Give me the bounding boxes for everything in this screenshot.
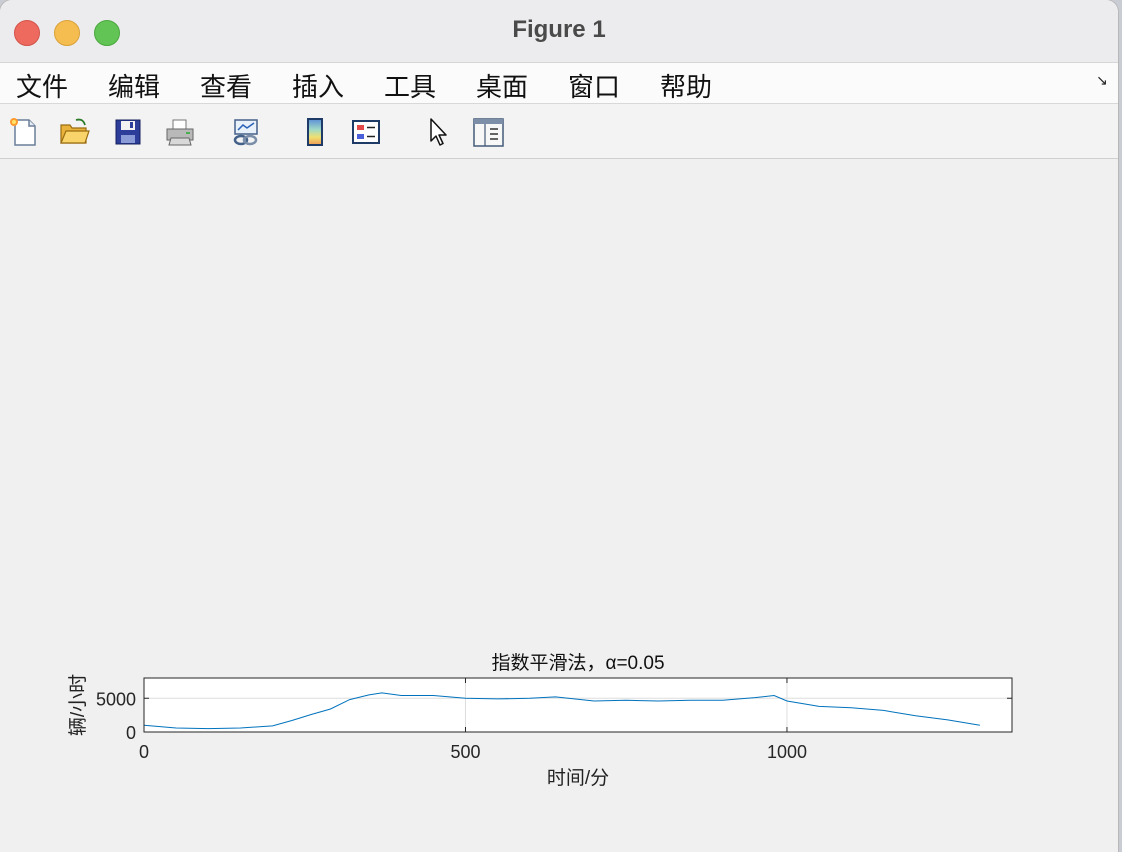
y-tick-label: 0 bbox=[126, 723, 136, 743]
menu-view[interactable]: 查看 bbox=[200, 67, 252, 104]
y-axis-label: 辆/小时 bbox=[67, 674, 89, 736]
dock-arrow-icon[interactable]: ↘ bbox=[1096, 73, 1110, 89]
window-title: Figure 1 bbox=[512, 16, 606, 43]
x-axis-label: 时间/分 bbox=[547, 767, 609, 789]
toolbar bbox=[0, 104, 1118, 159]
menu-tools[interactable]: 工具 bbox=[384, 67, 436, 104]
chart: 0 500 1000 0 5000 指数平滑法，α=0.05 时间/分 辆/小时 bbox=[67, 652, 1013, 789]
menu-edit[interactable]: 编辑 bbox=[108, 67, 160, 104]
open-file-icon[interactable] bbox=[58, 116, 90, 148]
menu-bar: 文件 编辑 查看 插入 工具 桌面 窗口 帮助 ↘ bbox=[0, 63, 1118, 104]
x-tick-label: 1000 bbox=[767, 742, 807, 762]
figure-window: Figure 1 文件 编辑 查看 插入 工具 桌面 窗口 帮助 ↘ 0 500… bbox=[0, 0, 1118, 852]
colorbar-icon[interactable] bbox=[300, 116, 332, 148]
menu-insert[interactable]: 插入 bbox=[292, 67, 344, 104]
link-plot-icon[interactable] bbox=[230, 116, 262, 148]
x-tick-label: 0 bbox=[139, 742, 149, 762]
plot-area bbox=[144, 678, 1012, 732]
chart-title: 指数平滑法，α=0.05 bbox=[491, 652, 664, 674]
save-icon[interactable] bbox=[112, 116, 144, 148]
property-editor-icon[interactable] bbox=[472, 116, 504, 148]
menu-file[interactable]: 文件 bbox=[16, 67, 68, 104]
menu-window[interactable]: 窗口 bbox=[568, 67, 620, 104]
figure-canvas: 0 500 1000 0 5000 指数平滑法，α=0.05 时间/分 辆/小时 bbox=[0, 160, 1118, 852]
new-figure-icon[interactable] bbox=[8, 116, 40, 148]
y-tick-label: 5000 bbox=[96, 689, 136, 709]
title-bar: Figure 1 bbox=[0, 0, 1118, 63]
edit-plot-pointer-icon[interactable] bbox=[422, 116, 454, 148]
x-tick-label: 500 bbox=[450, 742, 480, 762]
print-icon[interactable] bbox=[164, 116, 196, 148]
menu-desktop[interactable]: 桌面 bbox=[476, 67, 528, 104]
menu-help[interactable]: 帮助 bbox=[660, 67, 712, 104]
legend-icon[interactable] bbox=[350, 116, 382, 148]
